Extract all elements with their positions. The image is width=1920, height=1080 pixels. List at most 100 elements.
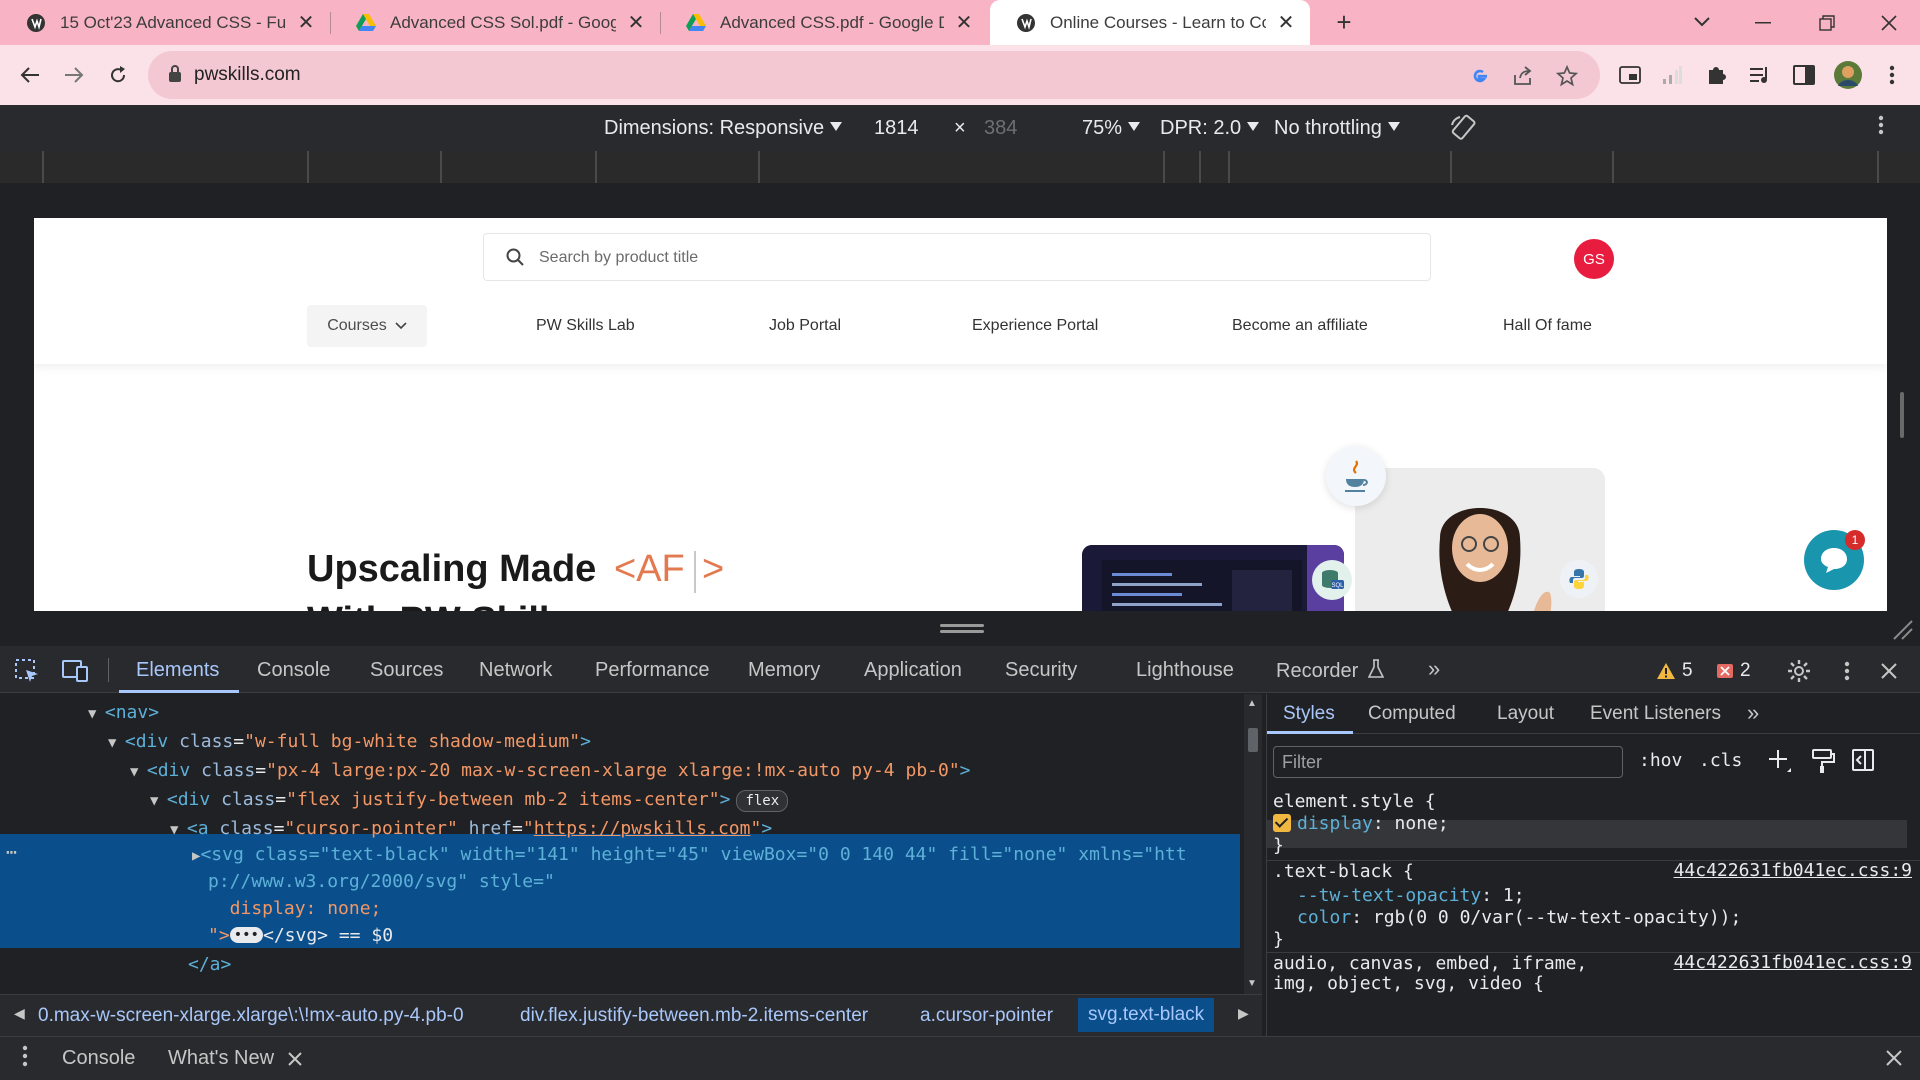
flex-badge[interactable]: flex [736,790,789,812]
more-tabs-icon[interactable]: » [1428,656,1440,682]
share-icon[interactable] [1510,63,1536,89]
breadcrumb-left-arrow-icon[interactable]: ◀ [14,1005,25,1022]
google-icon[interactable] [1466,63,1492,89]
user-avatar[interactable]: GS [1574,239,1614,279]
drawer-tab-whats-new[interactable]: What's New [168,1047,274,1070]
close-devtools-icon[interactable] [1874,656,1904,686]
close-drawer-icon[interactable] [1886,1049,1902,1072]
tab-styles[interactable]: Styles [1283,703,1335,725]
tab-event-listeners[interactable]: Event Listeners [1590,703,1721,725]
stylesheet-source-link[interactable]: 44c422631fb041ec.css:9 [1674,952,1912,973]
extensions-puzzle-icon[interactable] [1700,59,1732,91]
close-tab-icon[interactable]: ✕ [954,10,974,35]
side-panel-icon[interactable] [1788,59,1820,91]
width-input[interactable]: 1814 [874,117,919,140]
picture-in-picture-icon[interactable] [1614,59,1646,91]
declaration-color[interactable]: color: rgb(0 0 0/var(--tw-text-opacity))… [1297,906,1741,930]
courses-dropdown[interactable]: Courses [307,305,427,347]
dpr-dropdown[interactable]: DPR: 2.0 [1160,117,1260,140]
styles-filter-input[interactable]: Filter [1273,746,1623,778]
address-bar[interactable]: pwskills.com [148,51,1600,99]
node-actions-ellipsis-icon[interactable]: ⋯ [6,838,17,867]
inspect-element-icon[interactable] [12,656,42,686]
cls-toggle[interactable]: .cls [1699,750,1742,771]
tab-performance[interactable]: Performance [595,659,710,682]
drawer-menu-icon[interactable] [22,1045,28,1073]
tab-recorder[interactable]: Recorder [1276,659,1385,683]
close-window-icon[interactable] [1858,0,1920,45]
tab-network[interactable]: Network [479,659,552,682]
settings-gear-icon[interactable] [1784,656,1814,686]
elements-scrollbar[interactable]: ▲ ▼ [1244,694,1262,994]
tab-sources[interactable]: Sources [370,659,443,682]
tab-search-chevron-icon[interactable] [1686,6,1718,38]
rotate-icon[interactable] [1448,113,1478,149]
scroll-down-arrow-icon[interactable]: ▼ [1247,978,1257,989]
media-queue-icon[interactable] [1744,59,1776,91]
dimensions-dropdown[interactable]: Dimensions: Responsive [604,117,843,140]
height-input[interactable]: 384 [984,117,1017,140]
warnings-counter[interactable]: 5 [1656,660,1693,682]
zoom-dropdown[interactable]: 75% [1082,117,1141,140]
close-tab-icon[interactable]: ✕ [626,10,646,35]
dom-node-div[interactable]: ▼ <div class="flex justify-between mb-2 … [150,785,789,814]
tab-elements[interactable]: Elements [136,659,219,682]
breadcrumb-item[interactable]: div.flex.justify-between.mb-2.items-cent… [520,1005,868,1027]
forward-arrow-icon[interactable] [58,59,90,91]
nav-link-become-affiliate[interactable]: Become an affiliate [1232,317,1368,335]
tab-application[interactable]: Application [864,659,962,682]
dom-node-div[interactable]: ▼ <div class="w-full bg-white shadow-med… [108,727,591,756]
back-arrow-icon[interactable] [14,59,46,91]
throttling-dropdown[interactable]: No throttling [1274,117,1400,140]
tab-security[interactable]: Security [1005,659,1077,682]
minimize-icon[interactable] [1732,0,1794,45]
nav-link-job-portal[interactable]: Job Portal [769,317,841,335]
search-input[interactable]: Search by product title [483,233,1431,281]
dom-node-nav[interactable]: ▼ <nav> [88,698,159,727]
dom-node-div[interactable]: ▼ <div class="px-4 large:px-20 max-w-scr… [130,756,971,785]
viewport-resize-handle[interactable] [1900,392,1904,438]
close-tab-icon[interactable]: ✕ [1276,10,1296,35]
reload-icon[interactable] [102,59,134,91]
new-tab-icon[interactable]: + [1328,6,1360,38]
corner-resize-icon[interactable] [1892,619,1914,646]
new-style-rule-icon[interactable] [1767,748,1793,780]
declaration-checkbox[interactable] [1273,814,1291,832]
devtools-splitter[interactable] [0,611,1920,646]
collapsed-content-ellipsis-icon[interactable]: ••• [229,927,263,943]
drawer-tab-console[interactable]: Console [62,1047,135,1070]
close-tab-icon[interactable]: ✕ [296,10,316,35]
tab-lighthouse[interactable]: Lighthouse [1136,659,1234,682]
hov-toggle[interactable]: :hov [1639,750,1682,771]
device-toolbar-menu-icon[interactable] [1878,115,1884,141]
nav-link-hall-of-fame[interactable]: Hall Of fame [1503,317,1592,335]
media-query-bar[interactable] [0,151,1920,183]
browser-tab-1[interactable]: 15 Oct'23 Advanced CSS - Full S ✕ [0,0,330,45]
declaration-tw-text-opacity[interactable]: --tw-text-opacity: 1; [1297,884,1525,908]
close-drawer-tab-icon[interactable] [288,1049,302,1072]
restore-icon[interactable] [1796,0,1858,45]
nav-link-experience-portal[interactable]: Experience Portal [972,317,1098,335]
tab-computed[interactable]: Computed [1368,703,1456,725]
paint-roller-icon[interactable] [1811,748,1835,780]
scroll-up-arrow-icon[interactable]: ▲ [1247,698,1257,709]
devtools-menu-icon[interactable] [1832,656,1862,686]
breadcrumb-item[interactable]: 0.max-w-screen-xlarge.xlarge\:\!mx-auto.… [38,1005,464,1027]
device-toggle-icon[interactable] [60,656,90,686]
browser-tab-3[interactable]: Advanced CSS.pdf - Google Driv ✕ [660,0,988,45]
errors-counter[interactable]: 2 [1716,660,1751,682]
scroll-thumb[interactable] [1248,728,1258,752]
browser-menu-icon[interactable] [1876,59,1908,91]
breadcrumb-item[interactable]: a.cursor-pointer [920,1005,1053,1027]
elements-dom-tree[interactable]: ▼ <nav> ▼ <div class="w-full bg-white sh… [0,694,1240,994]
browser-tab-2[interactable]: Advanced CSS Sol.pdf - Google ✕ [330,0,660,45]
breadcrumb-item-selected[interactable]: svg.text-black [1078,998,1215,1032]
profile-avatar-icon[interactable] [1832,59,1864,91]
stylesheet-source-link[interactable]: 44c422631fb041ec.css:9 [1674,860,1912,881]
more-style-tabs-icon[interactable]: » [1747,700,1759,726]
toggle-sidebar-icon[interactable] [1851,748,1875,778]
tab-memory[interactable]: Memory [748,659,820,682]
tab-layout[interactable]: Layout [1497,703,1554,725]
dom-node-a[interactable]: ▼ <a class="cursor-pointer" href="https:… [170,814,772,843]
nav-link-pw-skills-lab[interactable]: PW Skills Lab [536,317,635,335]
